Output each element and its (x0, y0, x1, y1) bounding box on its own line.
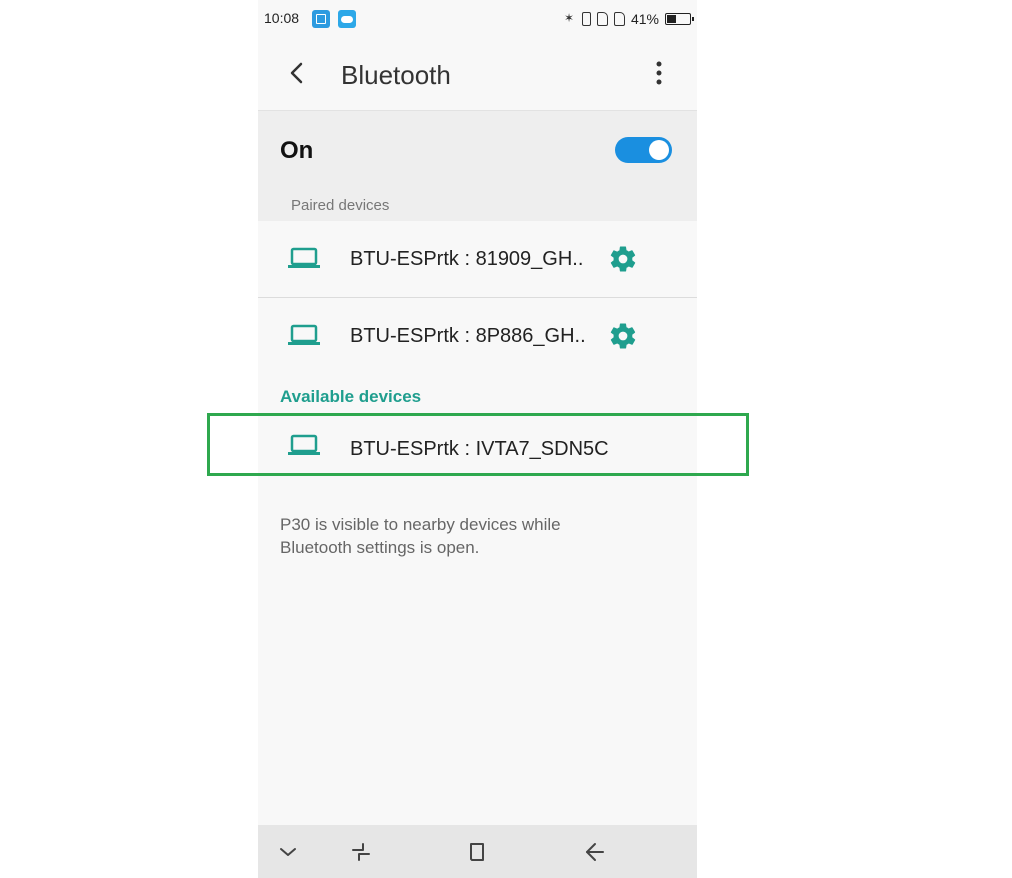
highlight-box (207, 413, 749, 476)
bluetooth-master-switch-row[interactable]: On (258, 111, 697, 188)
app-bar: Bluetooth (258, 36, 697, 111)
device-name: BTU-ESPrtk : 81909_GH.. (350, 248, 584, 270)
screenshot-notification-icon (312, 10, 330, 28)
vibrate-icon (581, 12, 591, 26)
chevron-down-icon[interactable] (276, 840, 300, 864)
more-vert-icon[interactable] (649, 58, 669, 88)
status-icons: 41% (564, 9, 694, 29)
sim-icon (596, 12, 608, 26)
device-name: BTU-ESPrtk : 8P886_GH.. (350, 325, 586, 347)
sim-icon (613, 12, 625, 26)
status-bar: 10:08 41% (258, 0, 697, 36)
back-arrow-icon[interactable] (282, 58, 312, 88)
bluetooth-icon (564, 11, 576, 27)
paired-device-row[interactable]: BTU-ESPrtk : 8P886_GH.. (258, 298, 697, 374)
battery-level (667, 15, 676, 23)
paired-device-row[interactable]: BTU-ESPrtk : 81909_GH.. (258, 221, 697, 298)
laptop-icon (288, 324, 320, 346)
status-time: 10:08 (264, 10, 300, 26)
navigation-bar (258, 825, 697, 878)
battery-icon (665, 13, 694, 25)
paired-devices-header: Paired devices (258, 188, 697, 221)
visibility-note: P30 is visible to nearby devices while B… (280, 515, 561, 557)
master-switch-label: On (280, 137, 314, 164)
toggle-knob (649, 140, 669, 160)
bluetooth-toggle[interactable] (615, 137, 672, 163)
weather-notification-icon (338, 10, 356, 28)
battery-percent: 41% (630, 11, 659, 27)
gear-icon[interactable] (608, 244, 638, 274)
gear-icon[interactable] (608, 321, 638, 351)
page-title: Bluetooth (341, 60, 451, 90)
paired-devices-title: Paired devices (291, 197, 390, 214)
home-icon[interactable] (465, 840, 489, 864)
recents-icon[interactable] (349, 840, 373, 864)
laptop-icon (288, 247, 320, 269)
back-icon[interactable] (583, 840, 607, 864)
available-devices-header: Available devices (280, 387, 422, 406)
